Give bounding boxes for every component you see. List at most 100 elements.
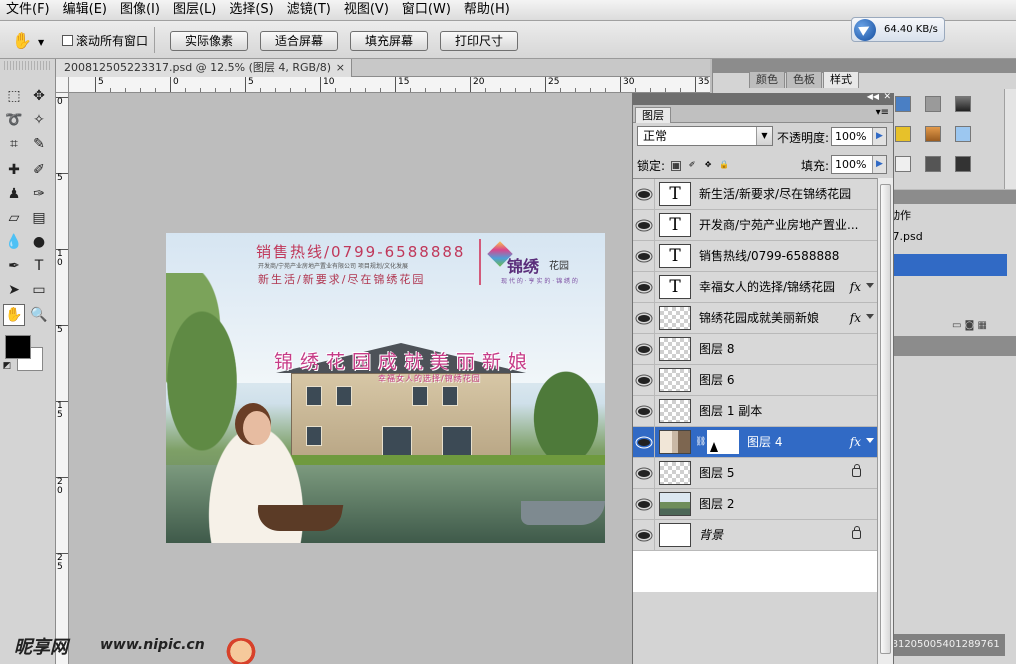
shape-tool-icon[interactable]: ▭ (28, 279, 50, 301)
layer-effects-icon[interactable]: fx (850, 427, 861, 457)
eraser-tool-icon[interactable]: ▱ (3, 207, 25, 229)
layer-row[interactable]: T 幸福女人的选择/锦绣花园 fx (633, 272, 877, 303)
document-tab[interactable]: 200812505223317.psd @ 12.5% (图层 4, RGB/8… (56, 59, 352, 77)
scroll-all-windows-checkbox[interactable] (62, 35, 73, 46)
visibility-eye-icon[interactable] (633, 427, 655, 457)
close-document-icon[interactable]: × (336, 59, 345, 77)
opacity-field[interactable]: 100% ▶ (831, 127, 887, 146)
menu-edit[interactable]: 编辑(E) (57, 0, 114, 20)
crop-tool-icon[interactable]: ⌗ (3, 133, 25, 155)
panel-menu-icon[interactable]: ▾≡ (876, 107, 889, 118)
style-swatch[interactable] (955, 126, 971, 142)
ruler-origin[interactable] (56, 77, 69, 93)
blend-mode-select[interactable]: 正常 ▼ (637, 126, 773, 146)
chevron-down-icon[interactable]: ▼ (756, 127, 772, 145)
visibility-eye-icon[interactable] (633, 272, 655, 302)
print-size-button[interactable]: 打印尺寸 (440, 31, 518, 51)
expand-effects-icon[interactable] (866, 283, 874, 288)
layer-row[interactable]: T 销售热线/0799-6588888 (633, 241, 877, 272)
visibility-eye-icon[interactable] (633, 520, 655, 550)
visibility-eye-icon[interactable] (633, 365, 655, 395)
actions-panel-buttons[interactable]: ▭ ◙ ▦ (889, 320, 1007, 334)
layer-name[interactable]: 锦绣花园成就美丽新娘 (699, 303, 819, 333)
layer-row[interactable]: T 开发商/宁苑产业房地产置业... (633, 210, 877, 241)
horizontal-ruler[interactable]: 5051015202530354045 (69, 77, 710, 93)
layer-thumbnail[interactable] (659, 337, 691, 361)
layer-row[interactable]: 图层 2 (633, 489, 877, 520)
layer-name[interactable]: 图层 8 (699, 334, 734, 364)
fill-slider-icon[interactable]: ▶ (872, 156, 886, 173)
layer-thumbnail[interactable] (659, 492, 691, 516)
layers-scrollbar[interactable] (877, 178, 893, 664)
net-speed-widget[interactable]: 64.40 KB/s (851, 17, 945, 42)
layer-row[interactable]: 图层 6 (633, 365, 877, 396)
path-selection-icon[interactable]: ➤ (3, 279, 25, 301)
marquee-tool-icon[interactable]: ⬚ (3, 85, 25, 107)
hand-tool-icon[interactable]: ✋ (12, 31, 34, 51)
zoom-tool-icon[interactable]: 🔍 (28, 304, 50, 326)
layer-thumbnail[interactable] (659, 461, 691, 485)
lock-image-icon[interactable]: ✐ (687, 160, 697, 171)
hand-tool-icon-toolbox[interactable]: ✋ (3, 304, 25, 326)
layer-name[interactable]: 幸福女人的选择/锦绣花园 (699, 272, 835, 302)
layer-name[interactable]: 新生活/新要求/尽在锦绣花园 (699, 179, 851, 209)
layer-mask-thumbnail[interactable] (707, 430, 739, 454)
layer-thumbnail[interactable] (659, 399, 691, 423)
style-swatch[interactable] (895, 96, 911, 112)
layer-thumbnail[interactable] (659, 523, 691, 547)
visibility-eye-icon[interactable] (633, 241, 655, 271)
style-swatch[interactable] (925, 126, 941, 142)
fill-field[interactable]: 100% ▶ (831, 155, 887, 174)
layer-row-selected[interactable]: ⛓ 图层 4 fx (633, 427, 877, 458)
tab-color[interactable]: 颜色 (749, 71, 785, 88)
layer-thumbnail[interactable] (659, 368, 691, 392)
style-swatch[interactable] (895, 126, 911, 142)
visibility-eye-icon[interactable] (633, 396, 655, 426)
layer-name[interactable]: 图层 1 副本 (699, 396, 762, 426)
history-selected-row[interactable] (889, 254, 1007, 276)
history-brush-icon[interactable]: ✑ (28, 183, 50, 205)
layer-row[interactable]: 锦绣花园成就美丽新娘 fx (633, 303, 877, 334)
layer-name[interactable]: 背景 (699, 520, 723, 550)
text-layer-thumbnail[interactable]: T (659, 182, 691, 206)
visibility-eye-icon[interactable] (633, 210, 655, 240)
layer-name[interactable]: 图层 5 (699, 458, 734, 488)
toolbox-grip[interactable] (4, 61, 51, 70)
tool-preset-dropdown-icon[interactable]: ▼ (38, 38, 44, 47)
layer-name[interactable]: 图层 6 (699, 365, 734, 395)
layer-row[interactable]: 图层 1 副本 (633, 396, 877, 427)
visibility-eye-icon[interactable] (633, 489, 655, 519)
layer-effects-icon[interactable]: fx (850, 272, 861, 302)
layer-thumbnail[interactable] (659, 306, 691, 330)
menu-image[interactable]: 图像(I) (114, 0, 167, 20)
layer-row[interactable]: 图层 5 (633, 458, 877, 489)
mask-link-icon[interactable]: ⛓ (695, 437, 706, 447)
tab-styles[interactable]: 样式 (823, 71, 859, 88)
lock-position-icon[interactable]: ✥ (703, 160, 713, 171)
layer-row[interactable]: 图层 8 (633, 334, 877, 365)
pen-tool-icon[interactable]: ✒ (3, 255, 25, 277)
layer-name[interactable]: 开发商/宁苑产业房地产置业... (699, 210, 859, 240)
styles-scrollbar[interactable] (1004, 89, 1016, 189)
default-colors-icon[interactable]: ◩ (0, 359, 14, 373)
visibility-eye-icon[interactable] (633, 179, 655, 209)
fill-screen-button[interactable]: 填充屏幕 (350, 31, 428, 51)
visibility-eye-icon[interactable] (633, 334, 655, 364)
layer-name[interactable]: 图层 2 (699, 489, 734, 519)
style-swatch[interactable] (955, 96, 971, 112)
menu-view[interactable]: 视图(V) (338, 0, 396, 20)
layer-name[interactable]: 销售热线/0799-6588888 (699, 241, 839, 271)
layer-name[interactable]: 图层 4 (747, 427, 782, 457)
collapse-panel-icon[interactable]: ◀◀ (867, 92, 879, 101)
dodge-tool-icon[interactable]: ● (28, 231, 50, 253)
magic-wand-icon[interactable]: ✧ (28, 109, 50, 131)
layer-row[interactable]: 背景 (633, 520, 877, 551)
move-tool-icon[interactable]: ✥ (28, 85, 50, 107)
fit-screen-button[interactable]: 适合屏幕 (260, 31, 338, 51)
style-swatch[interactable] (925, 156, 941, 172)
eyedropper-icon[interactable]: ✎ (28, 133, 50, 155)
menu-file[interactable]: 文件(F) (0, 0, 57, 20)
visibility-eye-icon[interactable] (633, 303, 655, 333)
gradient-tool-icon[interactable]: ▤ (28, 207, 50, 229)
blur-tool-icon[interactable]: 💧 (3, 231, 25, 253)
